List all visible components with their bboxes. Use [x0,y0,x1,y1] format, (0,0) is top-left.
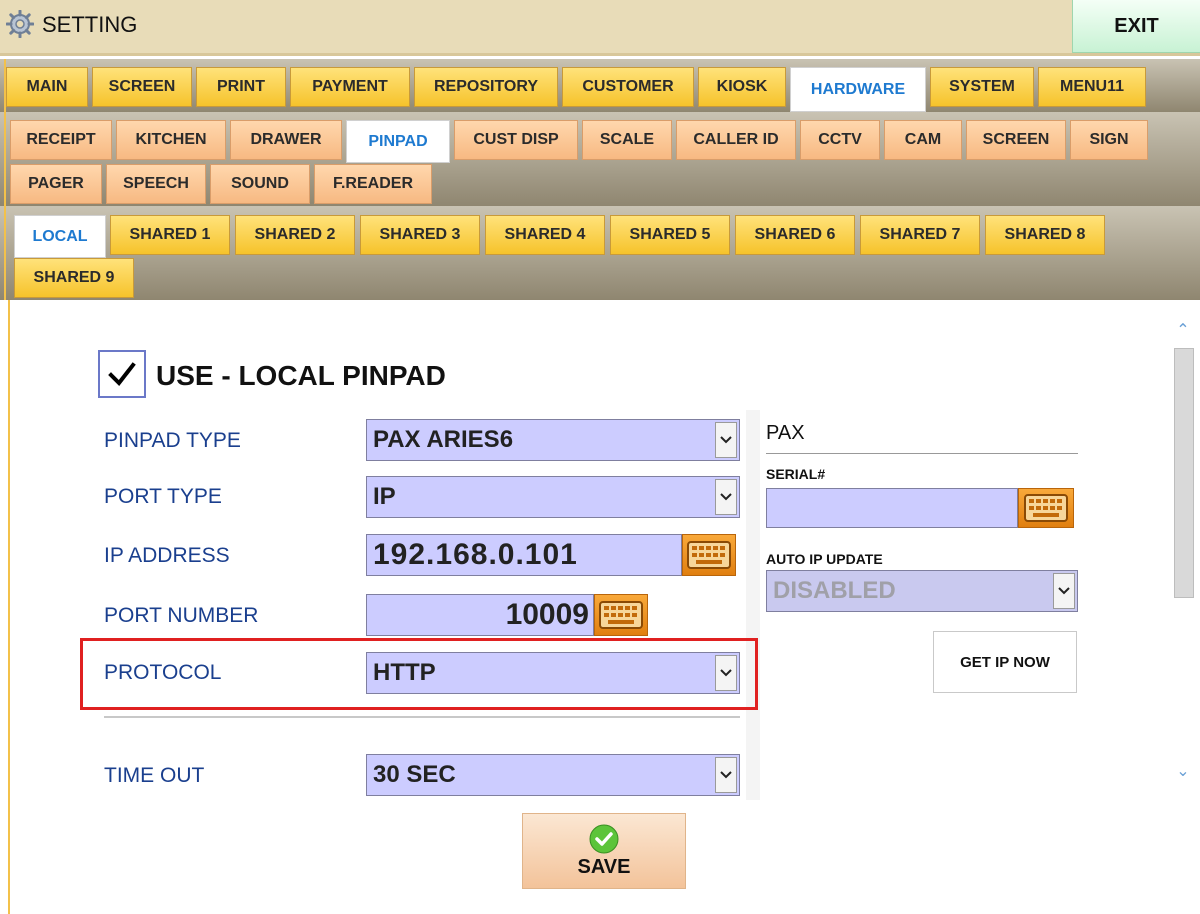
exit-button[interactable]: EXIT [1072,0,1200,53]
auto-ip-update-select[interactable]: DISABLED [766,570,1078,612]
time-out-value: 30 SEC [373,761,456,788]
pinpad-type-value: PAX ARIES6 [373,426,514,453]
scroll-up-icon[interactable]: ⌃ [1174,322,1192,340]
tab-kitchen[interactable]: KITCHEN [116,120,226,160]
tab-customer[interactable]: CUSTOMER [562,67,694,107]
keyboard-icon [599,601,643,629]
check-circle-icon [589,824,619,853]
tab-speech[interactable]: SPEECH [106,164,206,204]
tab-print[interactable]: PRINT [196,67,286,107]
tab-system[interactable]: SYSTEM [930,67,1034,107]
panel-divider [746,410,760,800]
protocol-select[interactable]: HTTP [366,652,740,694]
chevron-down-icon[interactable] [715,479,737,515]
use-local-pinpad-checkbox[interactable] [98,350,146,398]
get-ip-now-button[interactable]: GET IP NOW [933,631,1077,693]
port-type-label: PORT TYPE [104,485,222,508]
tab-kiosk[interactable]: KIOSK [698,67,786,107]
port-number-input[interactable]: 10009 [366,594,594,636]
save-label: SAVE [577,855,631,878]
port-number-value: 10009 [505,598,589,631]
main-tab-bar: MAIN SCREEN PRINT PAYMENT REPOSITORY CUS… [0,59,1200,112]
tab-shared-4[interactable]: SHARED 4 [485,215,605,255]
tab-sign[interactable]: SIGN [1070,120,1148,160]
pinpad-type-select[interactable]: PAX ARIES6 [366,419,740,461]
port-number-label: PORT NUMBER [104,604,259,627]
tab-shared-5[interactable]: SHARED 5 [610,215,730,255]
tab-local[interactable]: LOCAL [14,215,106,258]
tab-shared-6[interactable]: SHARED 6 [735,215,855,255]
tab-drawer[interactable]: DRAWER [230,120,342,160]
keyboard-icon [1024,494,1068,522]
tab-receipt[interactable]: RECEIPT [10,120,112,160]
time-out-select[interactable]: 30 SEC [366,754,740,796]
title-bar: SETTING EXIT [0,0,1200,56]
tab-shared-2[interactable]: SHARED 2 [235,215,355,255]
tab-shared-8[interactable]: SHARED 8 [985,215,1105,255]
chevron-down-icon[interactable] [715,757,737,793]
tab-shared-1[interactable]: SHARED 1 [110,215,230,255]
pinpad-type-label: PINPAD TYPE [104,429,241,452]
port-type-value: IP [373,483,396,510]
auto-ip-update-value: DISABLED [773,577,896,604]
port-keyboard-button[interactable] [594,594,648,636]
serial-input[interactable] [766,488,1018,528]
tab-f-reader[interactable]: F.READER [314,164,432,204]
serial-keyboard-button[interactable] [1018,488,1074,528]
ip-address-input[interactable]: 192.168.0.101 [366,534,682,576]
window-title: SETTING [42,12,138,37]
keyboard-icon [687,541,731,569]
tab-sound[interactable]: SOUND [210,164,310,204]
tab-caller-id[interactable]: CALLER ID [676,120,796,160]
auto-ip-update-label: AUTO IP UPDATE [766,551,883,567]
ip-keyboard-button[interactable] [682,534,736,576]
serial-label: SERIAL# [766,466,826,482]
tab-hw-screen[interactable]: SCREEN [966,120,1066,160]
ip-address-value: 192.168.0.101 [373,538,578,571]
chevron-down-icon[interactable] [715,422,737,458]
tab-pinpad[interactable]: PINPAD [346,120,450,163]
pax-panel-title: PAX [766,422,805,444]
save-button[interactable]: SAVE [522,813,686,889]
tab-hardware[interactable]: HARDWARE [790,67,926,112]
tab-shared-9[interactable]: SHARED 9 [14,258,134,298]
protocol-value: HTTP [373,659,436,686]
tab-screen[interactable]: SCREEN [92,67,192,107]
tab-cam[interactable]: CAM [884,120,962,160]
chevron-down-icon[interactable] [715,655,737,691]
form-divider [104,716,740,718]
ip-address-label: IP ADDRESS [104,544,230,567]
tab-menu11[interactable]: MENU11 [1038,67,1146,107]
chevron-down-icon[interactable] [1053,573,1075,609]
hardware-tab-bar: RECEIPT KITCHEN DRAWER PINPAD CUST DISP … [0,112,1200,206]
tab-main[interactable]: MAIN [6,67,88,107]
checkmark-icon [108,362,136,387]
tab-scale[interactable]: SCALE [582,120,672,160]
port-type-select[interactable]: IP [366,476,740,518]
pax-title-divider [766,453,1078,454]
time-out-label: TIME OUT [104,764,205,787]
tab-pager[interactable]: PAGER [10,164,102,204]
scrollbar-thumb[interactable] [1174,348,1194,598]
tab-shared-3[interactable]: SHARED 3 [360,215,480,255]
tab-cust-disp[interactable]: CUST DISP [454,120,578,160]
protocol-label: PROTOCOL [104,661,222,684]
scroll-down-icon[interactable]: ⌄ [1174,763,1192,781]
tab-repository[interactable]: REPOSITORY [414,67,558,107]
tab-cctv[interactable]: CCTV [800,120,880,160]
device-tab-bar: LOCAL SHARED 1 SHARED 2 SHARED 3 SHARED … [0,206,1200,300]
tab-shared-7[interactable]: SHARED 7 [860,215,980,255]
use-local-pinpad-label: USE - LOCAL PINPAD [156,360,446,391]
gear-icon [6,10,34,38]
tab-payment[interactable]: PAYMENT [290,67,410,107]
